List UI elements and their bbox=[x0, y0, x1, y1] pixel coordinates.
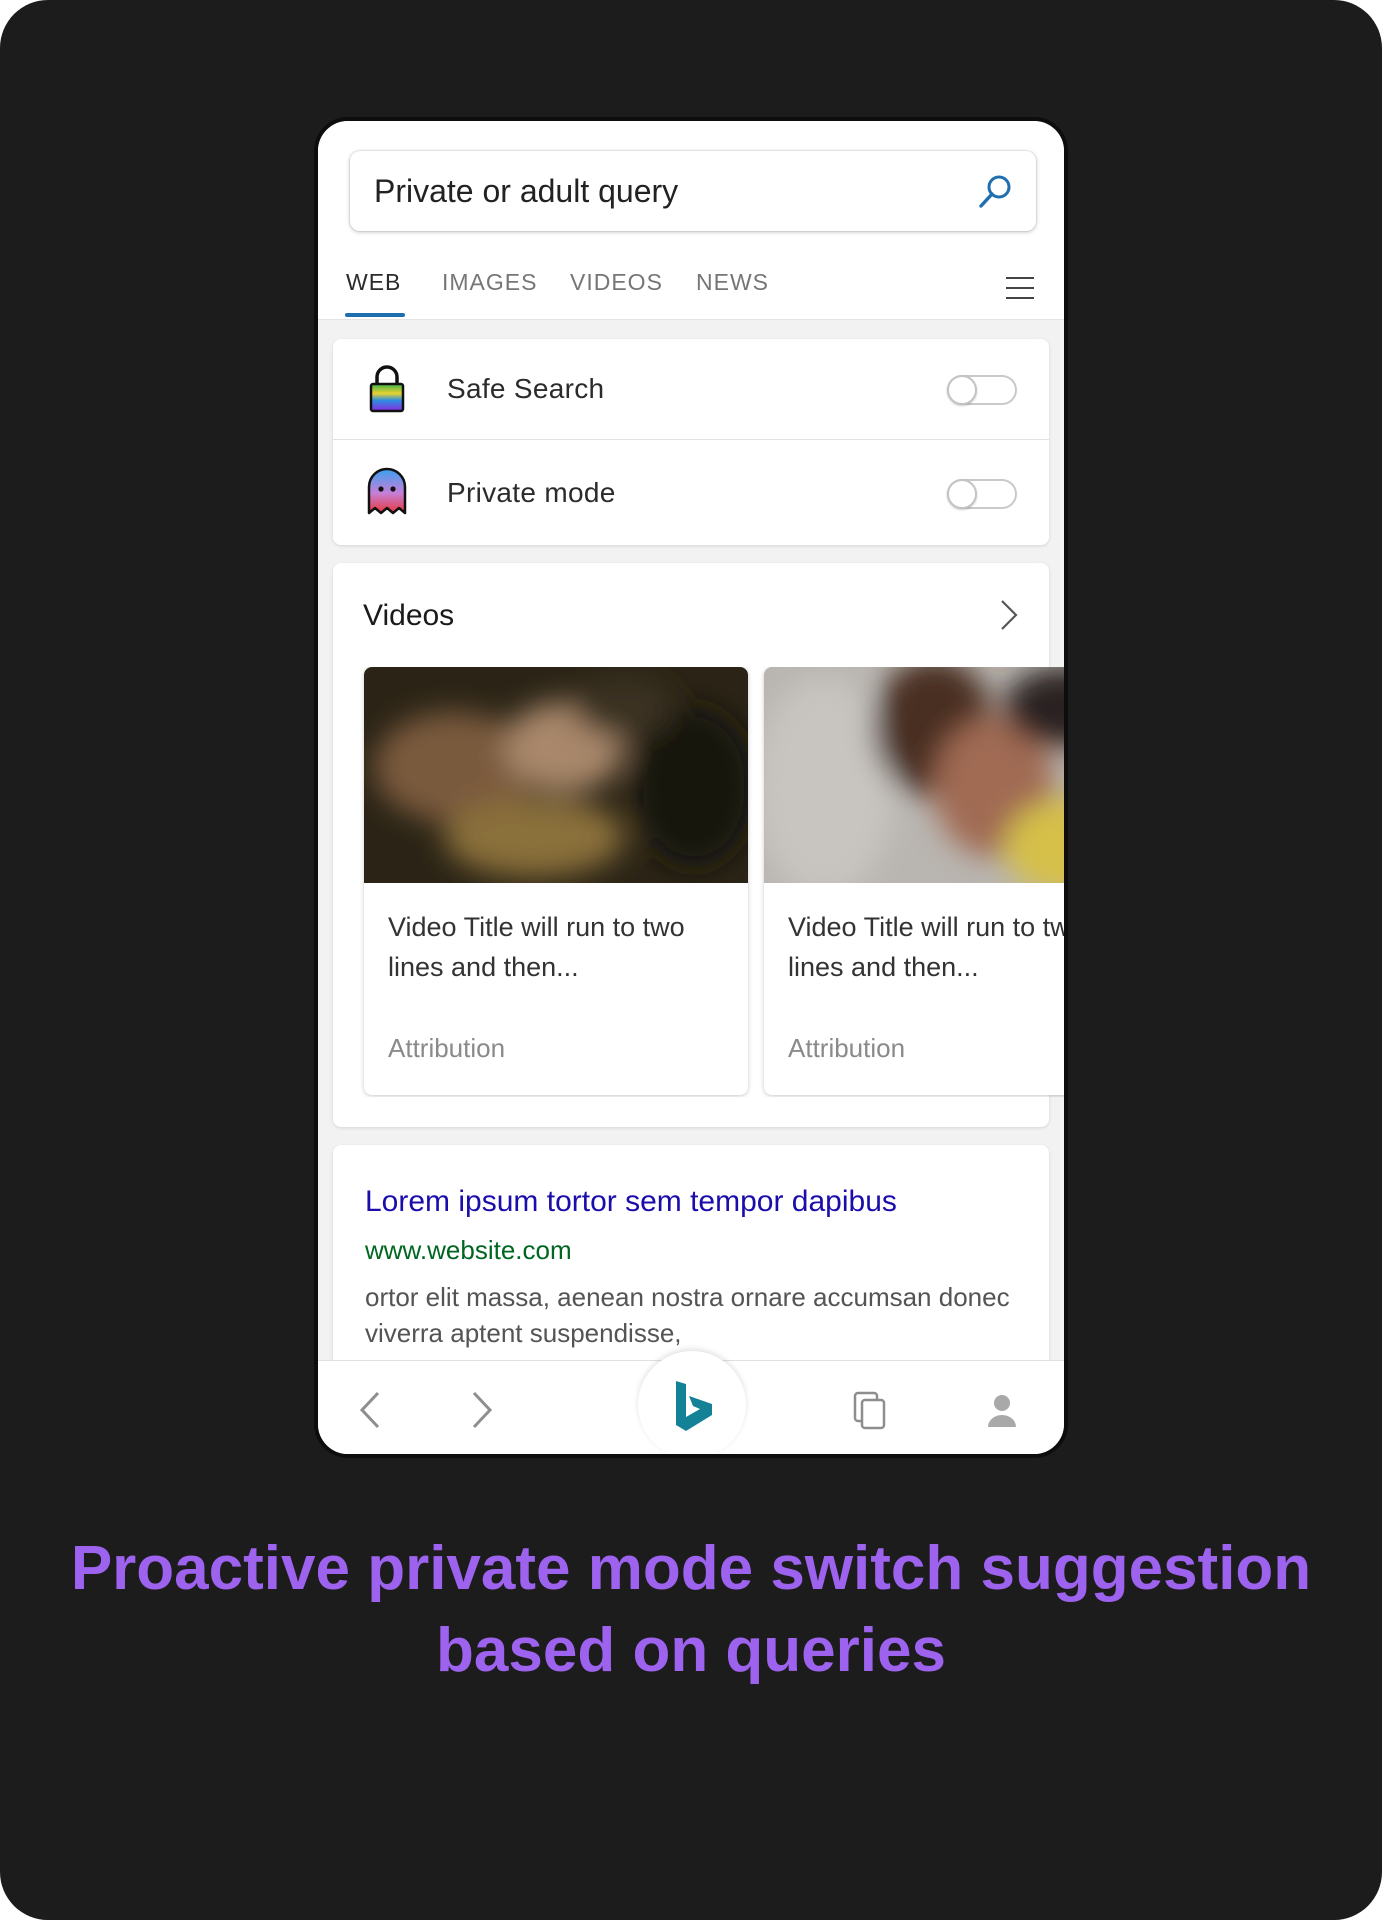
tab-news[interactable]: NEWS bbox=[696, 269, 769, 296]
divider bbox=[333, 439, 1049, 440]
rainbow-lock-icon bbox=[369, 365, 405, 413]
video-thumbnail bbox=[364, 667, 748, 883]
search-icon[interactable] bbox=[976, 171, 1016, 211]
result-snippet: ortor elit massa, aenean nostra ornare a… bbox=[365, 1282, 1010, 1348]
search-query: Private or adult query bbox=[374, 173, 679, 209]
video-title: Video Title will run to two lines and th… bbox=[788, 912, 1064, 982]
forward-arrow-icon[interactable] bbox=[460, 1387, 500, 1433]
result-url[interactable]: www.website.com bbox=[365, 1235, 572, 1266]
safe-search-row[interactable]: Safe Search bbox=[333, 339, 1049, 439]
hamburger-menu-icon[interactable] bbox=[1006, 277, 1034, 301]
safe-search-toggle[interactable] bbox=[947, 375, 1017, 405]
chevron-right-icon[interactable] bbox=[997, 597, 1021, 633]
video-attribution: Attribution bbox=[388, 1033, 506, 1063]
video-attribution: Attribution bbox=[788, 1033, 906, 1063]
tab-videos[interactable]: VIDEOS bbox=[570, 269, 663, 296]
back-arrow-icon[interactable] bbox=[352, 1387, 392, 1433]
active-tab-indicator bbox=[345, 313, 405, 317]
search-input[interactable]: Private or adult query bbox=[350, 151, 1036, 231]
private-mode-row[interactable]: Private mode bbox=[333, 443, 1049, 543]
private-mode-label: Private mode bbox=[447, 477, 616, 508]
tab-web[interactable]: WEB bbox=[346, 269, 401, 296]
private-mode-toggle[interactable] bbox=[947, 479, 1017, 509]
profile-icon[interactable] bbox=[982, 1387, 1022, 1433]
bing-button[interactable] bbox=[638, 1351, 746, 1454]
tab-bar: WEB IMAGES VIDEOS NEWS bbox=[318, 257, 1064, 319]
videos-title: Videos bbox=[363, 599, 455, 632]
result-title-link[interactable]: Lorem ipsum tortor sem tempor dapibus bbox=[365, 1185, 897, 1219]
tab-images[interactable]: IMAGES bbox=[442, 269, 537, 296]
safe-search-label: Safe Search bbox=[447, 373, 605, 404]
bottom-nav-bar bbox=[318, 1351, 1064, 1454]
settings-card: Safe Search Private mode bbox=[333, 339, 1049, 545]
ghost-icon bbox=[367, 467, 407, 515]
video-carousel[interactable]: Video Title will run to two lines and th… bbox=[333, 667, 1064, 1097]
caption: Proactive private mode switch suggestion… bbox=[70, 1534, 1312, 1685]
header: Private or adult query WEB IMAGES VIDEOS… bbox=[318, 121, 1064, 320]
phone-screen: Private or adult query WEB IMAGES VIDEOS… bbox=[314, 117, 1068, 1458]
presentation-frame: Private or adult query WEB IMAGES VIDEOS… bbox=[0, 0, 1382, 1920]
video-card[interactable]: Video Title will run to two lines and th… bbox=[364, 667, 748, 1095]
search-result-card: Lorem ipsum tortor sem tempor dapibus ww… bbox=[333, 1145, 1049, 1385]
video-title: Video Title will run to two lines and th… bbox=[388, 912, 685, 982]
video-thumbnail bbox=[764, 667, 1064, 883]
video-card[interactable]: Video Title will run to two lines and th… bbox=[764, 667, 1064, 1095]
videos-card: Videos Video Title will run to two lines… bbox=[333, 563, 1064, 1127]
bing-logo-icon bbox=[676, 1381, 712, 1431]
tabs-icon[interactable] bbox=[850, 1387, 890, 1433]
